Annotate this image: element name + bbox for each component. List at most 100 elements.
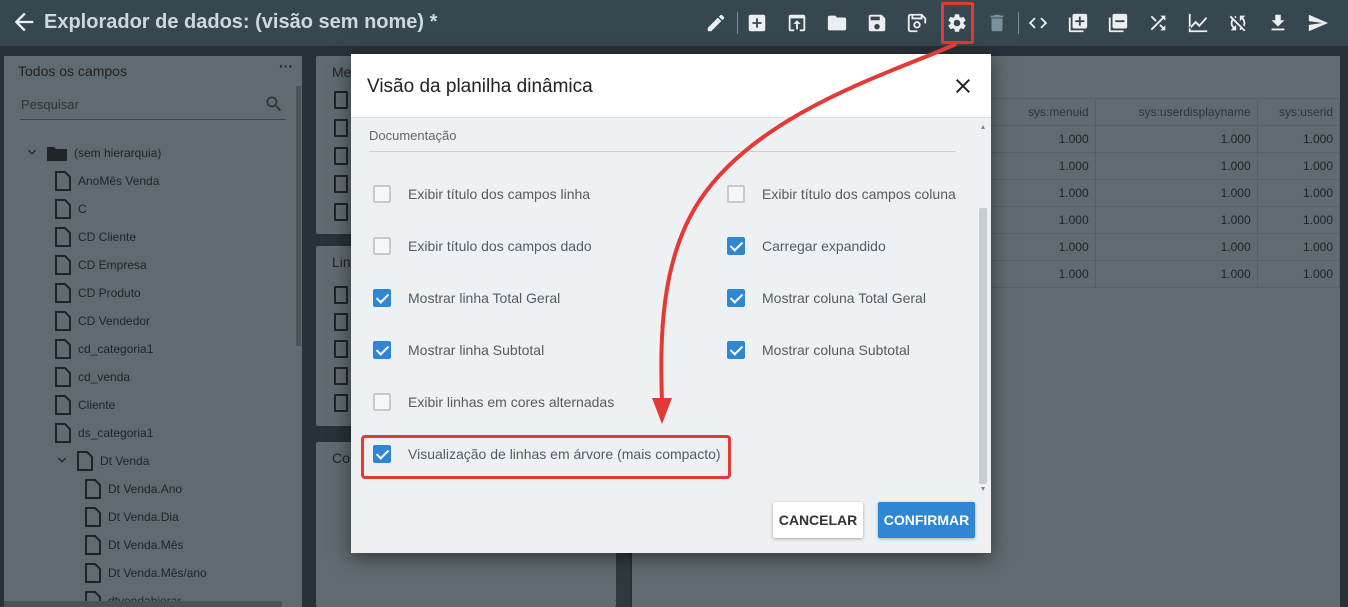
checkbox[interactable] <box>373 237 391 255</box>
file-icon <box>54 227 78 247</box>
measures-card-label: Me <box>332 64 352 80</box>
tree-item[interactable]: Dt Venda <box>54 450 149 472</box>
file-icon <box>54 199 78 219</box>
file-icon <box>54 423 78 443</box>
fields-panel: Todos os campos ··· Pesquisar (sem hiera… <box>4 56 302 607</box>
option-label: Exibir título dos campos coluna <box>762 186 956 202</box>
sync-disabled-icon[interactable] <box>1223 8 1253 38</box>
shuffle-icon[interactable] <box>1143 8 1173 38</box>
folder-icon[interactable] <box>822 8 852 38</box>
table-cell: 1.000 <box>1256 152 1341 180</box>
checkbox[interactable] <box>373 393 391 411</box>
column-header[interactable]: sys:userdisplayname <box>1094 98 1258 126</box>
tree-item-label: Dt Venda.Mês/ano <box>108 566 207 580</box>
confirm-button[interactable]: CONFIRMAR <box>878 502 975 538</box>
table-cell: 1.000 <box>1256 260 1341 288</box>
search-input[interactable]: Pesquisar <box>20 90 286 120</box>
save-icon[interactable] <box>862 8 892 38</box>
tree-item[interactable]: Dt Venda.Mês/ano <box>84 562 207 584</box>
checkbox[interactable] <box>373 341 391 359</box>
checkbox[interactable] <box>727 185 745 203</box>
table-cell: 1.000 <box>1094 206 1258 234</box>
export-icon[interactable] <box>782 8 812 38</box>
folder-open-icon <box>46 143 74 163</box>
code-icon[interactable] <box>1023 8 1053 38</box>
file-icon <box>54 171 78 191</box>
dialog-header: Visão da planilha dinâmica <box>351 54 991 118</box>
remove-layer-icon[interactable] <box>1103 8 1133 38</box>
tree-item-label: AnoMês Venda <box>78 174 160 188</box>
scroll-up-arrow[interactable]: ▲ <box>979 124 987 131</box>
close-icon[interactable] <box>951 74 975 98</box>
checkbox[interactable] <box>373 289 391 307</box>
back-arrow-icon[interactable] <box>10 8 38 36</box>
fields-scrollbar[interactable] <box>296 86 301 346</box>
table-cell: 1.000 <box>1256 233 1341 261</box>
chevron-down-icon[interactable] <box>54 452 76 471</box>
checkbox[interactable] <box>727 237 745 255</box>
tree-item[interactable]: cd_categoria1 <box>54 338 153 360</box>
tree-item[interactable]: CD Vendedor <box>54 310 150 332</box>
tree-item-label: CD Empresa <box>78 258 147 272</box>
tree-item[interactable]: C <box>54 198 87 220</box>
more-menu-icon[interactable]: ··· <box>279 58 293 74</box>
file-icon <box>84 563 108 583</box>
column-header[interactable]: sys:userid <box>1256 98 1341 126</box>
checkbox[interactable] <box>727 341 745 359</box>
pencil-icon[interactable] <box>701 8 731 38</box>
dialog-scrollbar[interactable] <box>979 208 987 484</box>
table-cell: 1.000 <box>1256 179 1341 207</box>
add-box-icon[interactable] <box>742 8 772 38</box>
tree-item[interactable]: CD Empresa <box>54 254 147 276</box>
fields-hscrollbar[interactable] <box>4 601 282 607</box>
save-as-icon[interactable] <box>902 8 932 38</box>
line-chart-icon[interactable] <box>1183 8 1213 38</box>
tree-item[interactable]: CD Produto <box>54 282 141 304</box>
tree-item-label: Dt Venda.Ano <box>108 482 183 496</box>
option-checkbox-row[interactable]: Exibir título dos campos linha <box>373 184 590 204</box>
option-checkbox-row[interactable]: Mostrar linha Total Geral <box>373 288 560 308</box>
table-cell: 1.000 <box>1256 206 1341 234</box>
tree-item[interactable]: Cliente <box>54 394 115 416</box>
tree-item-label: (sem hierarquia) <box>74 146 162 160</box>
option-checkbox-row[interactable]: Mostrar coluna Total Geral <box>727 288 926 308</box>
option-checkbox-row[interactable]: Carregar expandido <box>727 236 886 256</box>
table-row: 1.000 1.000 1.000 <box>990 179 1341 207</box>
tree-item[interactable]: AnoMês Venda <box>54 170 159 192</box>
fields-panel-title: Todos os campos <box>18 63 127 79</box>
search-placeholder: Pesquisar <box>21 97 79 112</box>
tree-item[interactable]: (sem hierarquia) <box>24 142 161 164</box>
tree-item[interactable]: CD Cliente <box>54 226 136 248</box>
search-icon[interactable] <box>264 94 284 114</box>
chevron-down-icon[interactable] <box>24 144 46 163</box>
table-cell: 1.000 <box>990 179 1096 207</box>
tree-item[interactable]: Dt Venda.Mês <box>84 534 183 556</box>
option-checkbox-row[interactable]: Exibir título dos campos dado <box>373 236 592 256</box>
option-label: Exibir título dos campos dado <box>408 238 592 254</box>
option-label: Mostrar coluna Subtotal <box>762 342 910 358</box>
send-icon[interactable] <box>1303 8 1333 38</box>
tree-item[interactable]: ds_categoria1 <box>54 422 153 444</box>
pivot-view-dialog: Visão da planilha dinâmica Documentação … <box>351 54 991 553</box>
tree-item[interactable]: Dt Venda.Ano <box>84 478 182 500</box>
option-checkbox-row[interactable]: Exibir título dos campos coluna <box>727 184 956 204</box>
tree-item[interactable]: cd_venda <box>54 366 130 388</box>
download-icon[interactable] <box>1263 8 1293 38</box>
rows-card-label: Lin <box>332 254 351 270</box>
file-icon <box>54 367 78 387</box>
option-checkbox-row[interactable]: Exibir linhas em cores alternadas <box>373 392 614 412</box>
option-checkbox-row[interactable]: Mostrar linha Subtotal <box>373 340 544 360</box>
checkbox[interactable] <box>373 185 391 203</box>
page-title: Explorador de dados: (visão sem nome) * <box>44 11 438 33</box>
table-cell: 1.000 <box>990 233 1096 261</box>
option-checkbox-row[interactable]: Mostrar coluna Subtotal <box>727 340 910 360</box>
table-cell: 1.000 <box>990 206 1096 234</box>
delete-icon[interactable] <box>982 8 1012 38</box>
cancel-button[interactable]: CANCELAR <box>773 502 863 538</box>
scroll-down-arrow[interactable]: ▼ <box>979 486 987 493</box>
top-toolbar: Explorador de dados: (visão sem nome) * <box>0 0 1348 46</box>
column-header[interactable]: sys:menuid <box>990 98 1096 126</box>
tree-item[interactable]: Dt Venda.Dia <box>84 506 179 528</box>
add-layer-icon[interactable] <box>1063 8 1093 38</box>
checkbox[interactable] <box>727 289 745 307</box>
